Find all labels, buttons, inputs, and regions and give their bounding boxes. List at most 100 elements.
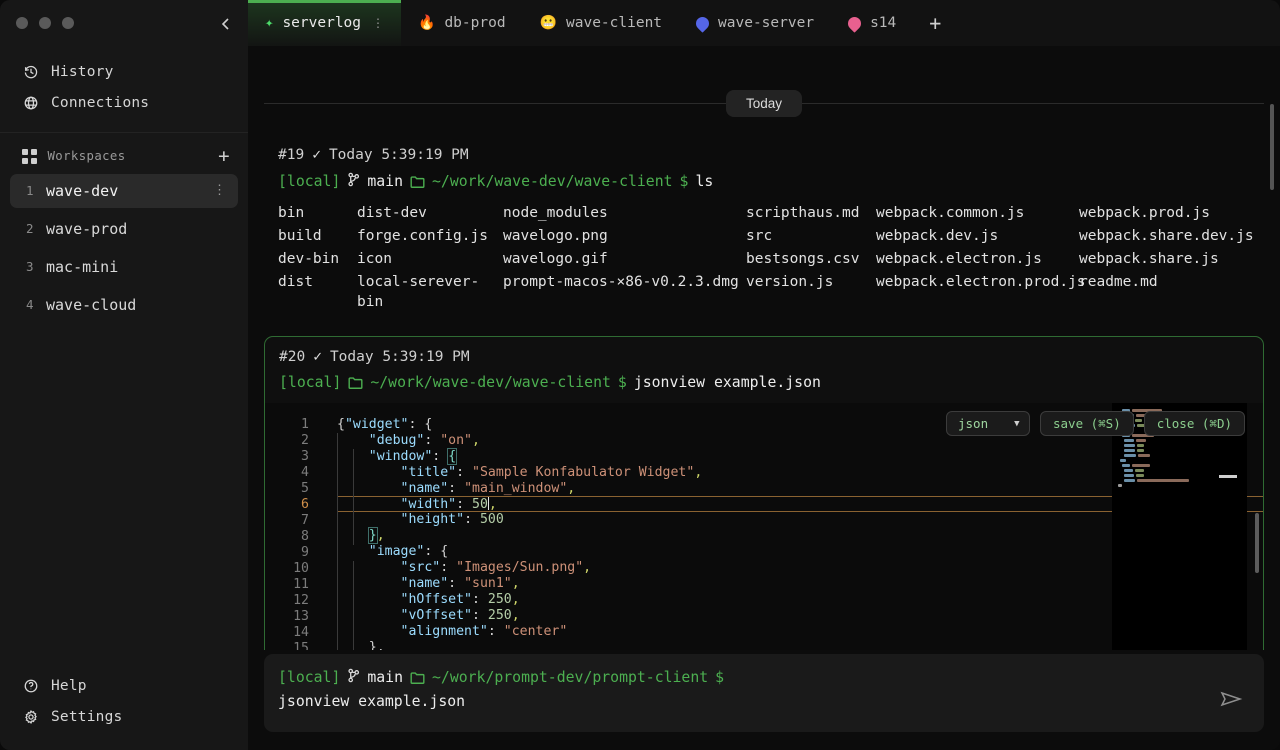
line-number-active: 6: [265, 497, 309, 513]
input-prompt-line: [local] main ~/work/prompt-dev/prompt-cl…: [278, 668, 1246, 687]
sidebar-item-help[interactable]: Help: [0, 670, 248, 701]
workspace-index: 4: [26, 297, 34, 312]
block-status-icon: ✓: [312, 147, 321, 163]
tab-menu-icon[interactable]: ⋮: [372, 19, 384, 27]
minimize-window-button[interactable]: [39, 17, 51, 29]
ls-entry: wavelogo.png: [503, 226, 746, 246]
add-workspace-button[interactable]: +: [218, 149, 230, 163]
git-branch-icon: [347, 172, 360, 191]
ls-entry: readme.md: [1079, 272, 1254, 312]
tab-label: s14: [870, 15, 896, 31]
sidebar-item-label: Help: [51, 678, 87, 694]
editor-scrollbar[interactable]: [1255, 513, 1259, 573]
language-select[interactable]: json ▼: [946, 411, 1030, 436]
block-status-icon: ✓: [313, 349, 322, 365]
tab-bar: ✦ serverlog ⋮ 🔥 db-prod 😬 wave-client wa…: [248, 0, 1280, 46]
command-input-bar[interactable]: [local] main ~/work/prompt-dev/prompt-cl…: [264, 654, 1264, 732]
tab-label: wave-client: [566, 15, 662, 31]
sidebar-item-label: Connections: [51, 95, 149, 111]
line-number: 3: [265, 449, 309, 465]
save-button[interactable]: save (⌘S): [1040, 411, 1134, 436]
tab-wave-client[interactable]: 😬 wave-client: [523, 0, 679, 46]
block-header: #20 ✓ Today 5:39:19 PM: [279, 349, 1249, 365]
sidebar-item-settings[interactable]: Settings: [0, 701, 248, 732]
workspaces-header: Workspaces +: [0, 133, 248, 172]
line-number: 13: [265, 609, 309, 625]
tab-serverlog[interactable]: ✦ serverlog ⋮: [248, 0, 401, 46]
tab-label: wave-server: [718, 15, 814, 31]
block-id: #19: [278, 147, 304, 163]
add-tab-button[interactable]: +: [913, 0, 957, 46]
sidebar-item-mac-mini[interactable]: 3 mac-mini: [10, 250, 238, 284]
close-window-button[interactable]: [16, 17, 28, 29]
divider-line-left: [264, 103, 726, 104]
collapse-sidebar-icon[interactable]: [218, 16, 234, 32]
git-branch-icon: [347, 668, 360, 687]
ls-entry: bestsongs.csv: [746, 249, 876, 269]
line-number: 11: [265, 577, 309, 593]
line-number: 9: [265, 545, 309, 561]
sidebar-item-wave-prod[interactable]: 2 wave-prod: [10, 212, 238, 246]
editor-minimap[interactable]: [1112, 403, 1247, 650]
face-icon: 😬: [540, 16, 557, 30]
ls-entry: bin: [278, 203, 357, 223]
ls-entry: webpack.share.js: [1079, 249, 1254, 269]
prompt-line: [local] main ~/work/wave-dev/wave-client…: [278, 172, 1250, 191]
sidebar-bottom-nav: Help Settings: [0, 670, 248, 750]
input-branch: main: [367, 669, 403, 686]
sparkle-icon: ✦: [265, 16, 273, 30]
sidebar-item-connections[interactable]: Connections: [0, 87, 248, 118]
editor-toolbar: json ▼ save (⌘S) close (⌘D): [946, 411, 1245, 436]
blob-icon: [696, 17, 709, 30]
ls-entry: dev-bin: [278, 249, 357, 269]
ls-output: bin dist-dev node_modules scripthaus.md …: [278, 203, 1250, 312]
terminal-block-19[interactable]: #19 ✓ Today 5:39:19 PM [local] main ~/wo…: [264, 135, 1264, 322]
terminal-scroll-area[interactable]: Today #19 ✓ Today 5:39:19 PM [local] mai…: [248, 46, 1280, 650]
prompt-path: ~/work/wave-dev/wave-client: [432, 173, 673, 190]
minimap-viewport-indicator[interactable]: [1219, 475, 1237, 478]
workspace-label: wave-prod: [46, 220, 127, 238]
workspace-menu-icon[interactable]: ⋮: [213, 186, 226, 195]
sidebar: History Connections Workspaces +: [0, 0, 248, 750]
folder-icon: [410, 671, 425, 684]
prompt-host: [local]: [279, 374, 341, 391]
close-button[interactable]: close (⌘D): [1144, 411, 1245, 436]
terminal-scrollbar[interactable]: [1270, 104, 1274, 190]
terminal-block-20[interactable]: #20 ✓ Today 5:39:19 PM [local] ~/work/wa…: [264, 336, 1264, 650]
tab-db-prod[interactable]: 🔥 db-prod: [401, 0, 523, 46]
ls-entry: icon: [357, 249, 503, 269]
ls-entry: local-serever-bin: [357, 272, 503, 312]
ls-entry: node_modules: [503, 203, 746, 223]
workspace-label: wave-dev: [46, 182, 118, 200]
sidebar-nav-top: History Connections: [0, 46, 248, 133]
ls-entry: webpack.common.js: [876, 203, 1079, 223]
send-icon[interactable]: [1218, 688, 1244, 710]
chevron-down-icon: ▼: [1014, 419, 1019, 429]
sidebar-item-label: Settings: [51, 709, 122, 725]
language-value: json: [958, 416, 988, 431]
prompt-path: ~/work/wave-dev/wave-client: [370, 374, 611, 391]
maximize-window-button[interactable]: [62, 17, 74, 29]
day-divider: Today: [264, 90, 1264, 117]
sidebar-item-wave-cloud[interactable]: 4 wave-cloud: [10, 288, 238, 322]
question-circle-icon: [22, 677, 39, 694]
tab-s14[interactable]: s14: [831, 0, 913, 46]
folder-icon: [348, 376, 363, 389]
line-number: 12: [265, 593, 309, 609]
fire-icon: 🔥: [418, 16, 435, 30]
sidebar-item-history[interactable]: History: [0, 56, 248, 87]
prompt-host: [local]: [278, 173, 340, 190]
command-input-value[interactable]: jsonview example.json: [278, 693, 1246, 710]
line-number: 15: [265, 641, 309, 650]
input-path: ~/work/prompt-dev/prompt-client: [432, 669, 708, 686]
minimap-track[interactable]: [1239, 403, 1243, 650]
block-timestamp: Today 5:39:19 PM: [329, 147, 469, 163]
json-editor[interactable]: json ▼ save (⌘S) close (⌘D) 1 2 3 4 5: [265, 403, 1263, 650]
ls-entry: build: [278, 226, 357, 246]
tab-wave-server[interactable]: wave-server: [679, 0, 831, 46]
ls-entry: wavelogo.gif: [503, 249, 746, 269]
command-input-content[interactable]: [local] main ~/work/prompt-dev/prompt-cl…: [278, 668, 1246, 710]
prompt-sigil: $: [618, 374, 627, 391]
blob-icon: [848, 17, 861, 30]
sidebar-item-wave-dev[interactable]: 1 wave-dev ⋮: [10, 174, 238, 208]
